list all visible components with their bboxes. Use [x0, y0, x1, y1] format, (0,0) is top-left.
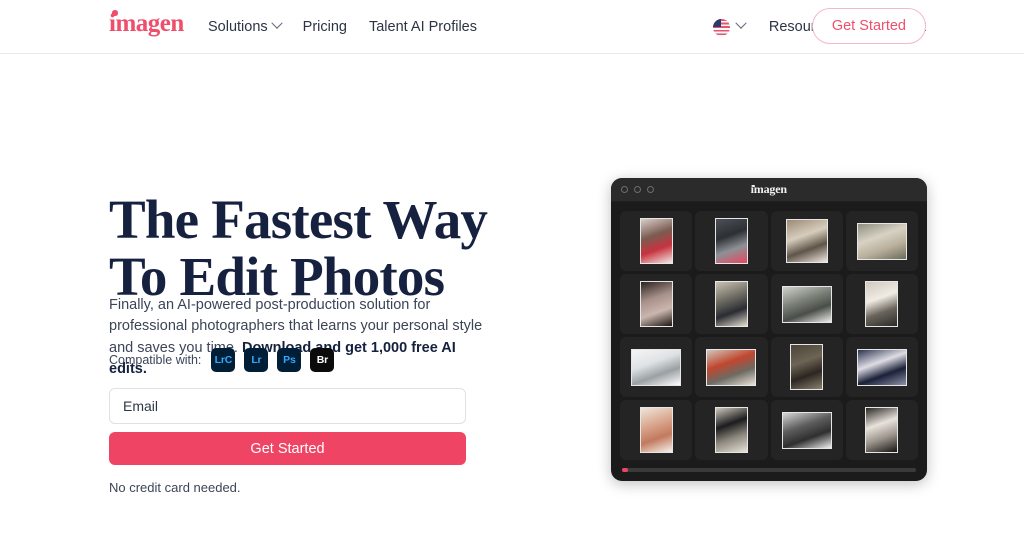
photo-grid-cell[interactable] — [845, 337, 918, 397]
app-badge-bridge: Br — [310, 348, 335, 372]
app-badge-lightroom-classic: LrC — [211, 348, 236, 372]
page-title: The Fastest Way To Edit Photos — [109, 191, 549, 305]
photo-thumbnail[interactable] — [781, 411, 832, 449]
photo-thumbnail-grid — [611, 202, 927, 460]
top-navigation-bar: imagen Solutions Pricing Talent AI Profi… — [0, 0, 1024, 54]
app-badge-lightroom: Lr — [244, 348, 269, 372]
photo-grid-cell[interactable] — [770, 211, 843, 271]
photo-thumbnail[interactable] — [639, 407, 673, 453]
photo-grid-cell[interactable] — [770, 400, 843, 460]
nav-item-solutions[interactable]: Solutions — [208, 17, 283, 35]
photo-thumbnail[interactable] — [865, 281, 899, 327]
nav-get-started-button[interactable]: Get Started — [811, 8, 926, 44]
photo-thumbnail[interactable] — [639, 281, 673, 327]
photo-grid-cell[interactable] — [845, 211, 918, 271]
photo-thumbnail[interactable] — [785, 219, 828, 263]
app-title-text: imagen — [750, 182, 787, 196]
compatible-with-row: Compatible with: LrC Lr Ps Br — [109, 348, 335, 372]
photo-grid-cell[interactable] — [620, 337, 693, 397]
photo-thumbnail[interactable] — [856, 348, 907, 386]
us-flag-icon — [712, 18, 730, 36]
nav-label-pricing: Pricing — [302, 19, 347, 35]
nav-label-talent-ai-profiles: Talent AI Profiles — [368, 19, 477, 35]
photo-thumbnail[interactable] — [865, 407, 899, 453]
headline-line-1: The Fastest Way — [109, 188, 488, 250]
photo-thumbnail[interactable] — [714, 407, 748, 453]
primary-nav-links: Solutions Pricing Talent AI Profiles — [208, 0, 477, 54]
no-credit-card-note: No credit card needed. — [109, 480, 241, 495]
app-window-titlebar: imagen — [611, 178, 927, 202]
nav-item-pricing[interactable]: Pricing — [303, 19, 347, 35]
photo-thumbnail[interactable] — [781, 285, 832, 323]
photo-thumbnail[interactable] — [714, 281, 748, 327]
photo-thumbnail[interactable] — [790, 344, 824, 390]
chevron-down-icon — [735, 17, 747, 29]
chevron-down-icon — [270, 17, 283, 29]
photo-grid-cell[interactable] — [845, 400, 918, 460]
photo-grid-cell[interactable] — [695, 337, 768, 397]
app-window-title: imagen — [611, 182, 927, 197]
imagen-logo[interactable]: imagen — [109, 10, 184, 37]
photo-grid-cell[interactable] — [770, 274, 843, 334]
photo-thumbnail[interactable] — [856, 222, 907, 260]
photo-grid-cell[interactable] — [620, 211, 693, 271]
email-input[interactable] — [109, 388, 466, 424]
nav-item-talent-ai-profiles[interactable]: Talent AI Profiles — [369, 19, 477, 35]
photo-grid-cell[interactable] — [695, 400, 768, 460]
app-badge-photoshop: Ps — [277, 348, 302, 372]
photo-grid-cell[interactable] — [845, 274, 918, 334]
photo-grid-cell[interactable] — [695, 274, 768, 334]
photo-grid-cell[interactable] — [620, 274, 693, 334]
logo-wordmark: imagen — [109, 10, 184, 37]
compatible-with-label: Compatible with: — [109, 353, 202, 367]
app-window-mockup: imagen — [611, 178, 927, 481]
secondary-nav-links: Resources Support Get Started — [712, 0, 926, 54]
photo-thumbnail[interactable] — [639, 218, 673, 264]
import-progress-fill — [622, 468, 628, 472]
language-selector[interactable] — [712, 17, 747, 36]
hero-section: The Fastest Way To Edit Photos Finally, … — [0, 54, 1024, 557]
nav-label-solutions: Solutions — [208, 19, 268, 35]
hero-get-started-button[interactable]: Get Started — [109, 432, 466, 465]
photo-grid-cell[interactable] — [695, 211, 768, 271]
photo-thumbnail[interactable] — [706, 348, 757, 386]
photo-thumbnail[interactable] — [631, 348, 682, 386]
import-progress-bar — [622, 468, 916, 472]
photo-grid-cell[interactable] — [620, 400, 693, 460]
photo-grid-cell[interactable] — [770, 337, 843, 397]
app-title-dot-icon — [752, 184, 755, 187]
flag-canton — [712, 18, 722, 27]
photo-thumbnail[interactable] — [714, 218, 748, 264]
